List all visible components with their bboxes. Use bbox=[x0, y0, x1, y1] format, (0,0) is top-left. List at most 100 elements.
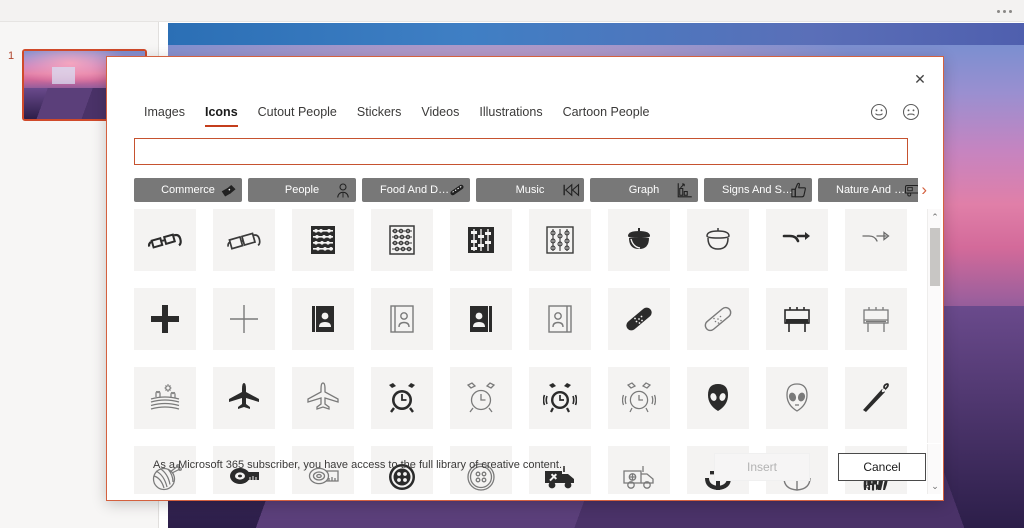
icon-cell-adhesive-bandage-filled[interactable] bbox=[608, 288, 670, 350]
tab-illustrations[interactable]: Illustrations bbox=[469, 101, 552, 127]
insert-button[interactable]: Insert bbox=[714, 453, 810, 481]
icon-cell-add-plus-outline[interactable] bbox=[213, 288, 275, 350]
chip-commerce[interactable]: Commerce bbox=[134, 178, 242, 202]
icon-cell-alien-head-outline[interactable] bbox=[766, 367, 828, 429]
slide-top-banner bbox=[168, 23, 1024, 45]
icon-cell-abacus-alt-filled[interactable] bbox=[450, 209, 512, 271]
add-plus-outline-icon bbox=[230, 305, 258, 333]
add-plus-filled-icon bbox=[151, 305, 179, 333]
icon-cell-address-book-outline[interactable] bbox=[371, 288, 433, 350]
address-book-alt-filled-icon bbox=[470, 306, 492, 332]
icon-cell-address-book-alt-filled[interactable] bbox=[450, 288, 512, 350]
icon-cell-abacus-filled[interactable] bbox=[292, 209, 354, 271]
chip-label: Nature And O... bbox=[836, 184, 908, 196]
icon-cell-alien-head-filled[interactable] bbox=[687, 367, 749, 429]
icon-cell-agriculture-field-outline[interactable] bbox=[134, 367, 196, 429]
search-field-wrapper bbox=[134, 138, 908, 165]
chip-music[interactable]: Music bbox=[476, 178, 584, 202]
close-icon[interactable]: ✕ bbox=[905, 65, 935, 93]
icon-cell-3d-glasses-filled[interactable] bbox=[134, 209, 196, 271]
icon-cell-adhesive-bandage-outline[interactable] bbox=[687, 288, 749, 350]
add-lane-right-filled-icon bbox=[782, 232, 810, 243]
abacus-alt-outline-icon bbox=[546, 226, 574, 254]
smiley-happy-icon[interactable] bbox=[869, 102, 889, 122]
icon-cell-alarm-clock-ringing-outline[interactable] bbox=[608, 367, 670, 429]
bar-chart-icon bbox=[677, 183, 692, 198]
icon-cell-alarm-clock-ringing-filled[interactable] bbox=[529, 367, 591, 429]
scroll-down-icon[interactable]: ⌄ bbox=[928, 478, 942, 494]
icon-cell-advertising-board-outline[interactable] bbox=[845, 288, 907, 350]
alien-head-filled-icon bbox=[708, 384, 728, 411]
address-book-filled-icon bbox=[312, 306, 334, 332]
chip-label: Food And Drinks bbox=[380, 184, 452, 196]
tab-images[interactable]: Images bbox=[134, 101, 195, 127]
chip-signs-and-symbols[interactable]: Signs And Sym... bbox=[704, 178, 812, 202]
slide-number: 1 bbox=[8, 50, 15, 62]
money-icon bbox=[221, 184, 236, 197]
icon-cell-address-book-alt-outline[interactable] bbox=[529, 288, 591, 350]
icon-cell-abacus-outline[interactable] bbox=[371, 209, 433, 271]
search-input[interactable] bbox=[134, 138, 908, 165]
thumbs-up-icon bbox=[791, 182, 806, 198]
3d-glasses-filled-icon bbox=[147, 233, 182, 249]
tab-cartoon-people[interactable]: Cartoon People bbox=[553, 101, 660, 127]
agriculture-field-outline-icon bbox=[150, 384, 180, 410]
adhesive-bandage-outline-icon bbox=[704, 306, 732, 332]
abacus-outline-icon bbox=[389, 225, 415, 255]
icon-cell-address-book-filled[interactable] bbox=[292, 288, 354, 350]
icon-cell-advertising-board-filled[interactable] bbox=[766, 288, 828, 350]
cancel-button[interactable]: Cancel bbox=[838, 453, 926, 481]
address-book-outline-icon bbox=[390, 305, 414, 333]
chip-label: Commerce bbox=[161, 184, 215, 196]
scroll-up-icon[interactable]: ⌃ bbox=[928, 209, 942, 225]
dot-icon bbox=[997, 9, 1000, 13]
icon-cell-3d-glasses-outline[interactable] bbox=[213, 209, 275, 271]
alien-head-outline-icon bbox=[786, 383, 808, 412]
tab-icons[interactable]: Icons bbox=[195, 101, 248, 127]
icon-cell-add-lane-right-filled[interactable] bbox=[766, 209, 828, 271]
icon-cell-add-plus-filled[interactable] bbox=[134, 288, 196, 350]
chip-food-and-drinks[interactable]: Food And Drinks bbox=[362, 178, 470, 202]
icon-cell-needle-filled[interactable] bbox=[845, 367, 907, 429]
acorn-filled-icon bbox=[628, 228, 650, 249]
chip-people[interactable]: People bbox=[248, 178, 356, 202]
abacus-alt-filled-icon bbox=[468, 227, 494, 253]
add-lane-right-outline-icon bbox=[862, 231, 890, 242]
category-chips: Commerce People Food And Drin Music Grap… bbox=[134, 177, 918, 203]
abacus-filled-icon bbox=[311, 226, 335, 254]
smiley-sad-icon[interactable] bbox=[901, 102, 921, 122]
adhesive-bandage-filled-icon bbox=[626, 307, 652, 331]
categories-next-button[interactable]: › bbox=[921, 181, 927, 198]
icon-cell-abacus-alt-outline[interactable] bbox=[529, 209, 591, 271]
airplane-outline-icon bbox=[307, 382, 339, 410]
chip-label: Graph bbox=[628, 184, 660, 196]
icon-cell-alarm-clock-filled[interactable] bbox=[371, 367, 433, 429]
chip-label: Music bbox=[515, 184, 545, 196]
icon-cell-add-lane-right-outline[interactable] bbox=[845, 209, 907, 271]
scrollbar-thumb[interactable] bbox=[930, 228, 940, 286]
subscriber-note: As a Microsoft 365 subscriber, you have … bbox=[153, 459, 563, 471]
chip-graph[interactable]: Graph bbox=[590, 178, 698, 202]
feedback-controls bbox=[869, 102, 921, 122]
ambulance-outline-icon bbox=[623, 466, 654, 489]
icon-cell-airplane-filled[interactable] bbox=[213, 367, 275, 429]
footer-divider bbox=[107, 443, 943, 444]
3d-glasses-outline-icon bbox=[227, 232, 261, 250]
tab-videos[interactable]: Videos bbox=[411, 101, 469, 127]
hotdog-icon bbox=[450, 184, 464, 196]
person-icon bbox=[337, 183, 349, 198]
tab-stickers[interactable]: Stickers bbox=[347, 101, 411, 127]
airplane-filled-icon bbox=[229, 383, 259, 409]
overflow-menu-button[interactable] bbox=[997, 4, 1012, 18]
icon-cell-acorn-filled[interactable] bbox=[608, 209, 670, 271]
icon-cell-acorn-outline[interactable] bbox=[687, 209, 749, 271]
icon-grid-scrollbar[interactable]: ⌃ ⌄ bbox=[927, 209, 941, 494]
icon-cell-alarm-clock-outline[interactable] bbox=[450, 367, 512, 429]
icon-cell-airplane-outline[interactable] bbox=[292, 367, 354, 429]
alarm-clock-ringing-outline-icon bbox=[622, 382, 656, 413]
chip-label: Signs And Sym... bbox=[722, 184, 794, 196]
chip-nature-and-outdoors[interactable]: Nature And O... bbox=[818, 178, 918, 202]
icon-cell-ambulance-outline[interactable] bbox=[608, 446, 670, 494]
advertising-board-filled-icon bbox=[784, 307, 810, 332]
tab-cutout-people[interactable]: Cutout People bbox=[248, 101, 347, 127]
